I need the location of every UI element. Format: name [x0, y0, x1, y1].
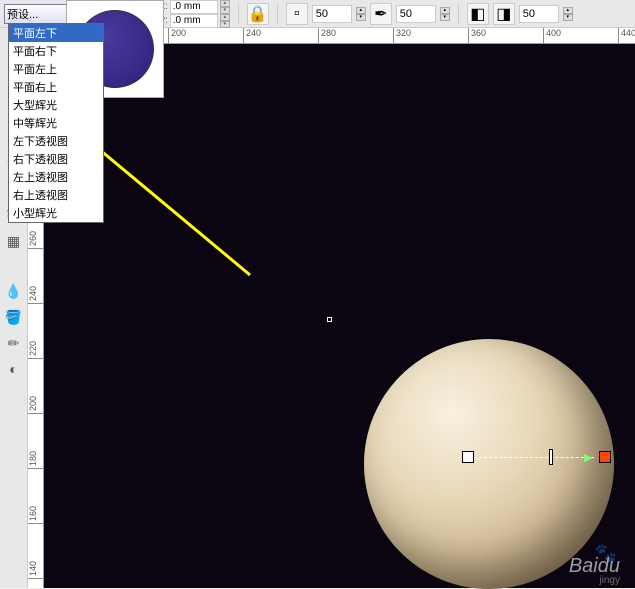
ruler-tick: 400 — [543, 28, 561, 43]
table-tool[interactable]: ▦ — [3, 230, 25, 252]
interactive-tool[interactable]: ◐ — [3, 358, 25, 380]
v3-spin-down[interactable]: ▾ — [563, 14, 573, 21]
ruler-tick: 280 — [318, 28, 336, 43]
separator — [238, 4, 239, 24]
dropdown-item[interactable]: 平面左下 — [9, 24, 103, 42]
v2-spin-up[interactable]: ▴ — [440, 7, 450, 14]
v1-spin-down[interactable]: ▾ — [356, 14, 366, 21]
dropdown-item[interactable]: 平面右下 — [9, 42, 103, 60]
transparency-icon[interactable]: ▫ — [286, 3, 308, 25]
dropdown-item[interactable]: 平面左上 — [9, 60, 103, 78]
x-spin-down[interactable]: ▾ — [220, 7, 230, 14]
watermark-sub: jingy — [599, 575, 620, 586]
preset-dropdown-list: 平面左下平面右下平面左上平面右上大型辉光中等辉光左下透视图右下透视图左上透视图右… — [8, 23, 104, 223]
dropdown-item[interactable]: 右上透视图 — [9, 186, 103, 204]
ruler-tick: 360 — [468, 28, 486, 43]
ruler-tick: 140 — [28, 559, 43, 579]
tool-icon-a[interactable]: ◧ — [467, 3, 489, 25]
preset-label: 预设... — [7, 6, 38, 22]
ruler-tick: 200 — [28, 394, 43, 414]
ruler-tick: 200 — [168, 28, 186, 43]
dropdown-item[interactable]: 右下透视图 — [9, 150, 103, 168]
canvas-area[interactable]: ▶ 🐾 Baidu jingy — [44, 44, 635, 588]
gradient-arrow-icon: ▶ — [584, 451, 592, 464]
v1-spin-up[interactable]: ▴ — [356, 7, 366, 14]
dropdown-item[interactable]: 中等辉光 — [9, 114, 103, 132]
y-input[interactable] — [170, 14, 218, 28]
gradient-start-handle[interactable] — [462, 451, 474, 463]
ruler-tick: 220 — [28, 339, 43, 359]
ruler-tick: 440 — [618, 28, 635, 43]
lock-icon[interactable]: 🔒 — [247, 3, 269, 25]
value3[interactable]: 50 — [519, 5, 559, 23]
dropdown-item[interactable]: 左下透视图 — [9, 132, 103, 150]
ruler-tick: 240 — [243, 28, 261, 43]
feather-icon[interactable]: ✒ — [370, 3, 392, 25]
tool-icon-b[interactable]: ◨ — [493, 3, 515, 25]
dropdown-item[interactable]: 左上透视图 — [9, 168, 103, 186]
ruler-tick: 240 — [28, 284, 43, 304]
dropdown-item[interactable]: 小型辉光 — [9, 204, 103, 222]
v2-spin-down[interactable]: ▾ — [440, 14, 450, 21]
separator — [277, 4, 278, 24]
ruler-tick: 260 — [28, 229, 43, 249]
transparency-value[interactable]: 50 — [312, 5, 352, 23]
eyedropper-tool[interactable]: 💧 — [3, 280, 25, 302]
dropdown-item[interactable]: 大型辉光 — [9, 96, 103, 114]
ruler-tick: 320 — [393, 28, 411, 43]
gradient-line — [474, 457, 594, 458]
ruler-tick: 180 — [28, 449, 43, 469]
coord-group: x: ▴▾ y: ▴▾ — [160, 0, 230, 28]
gradient-end-handle[interactable] — [599, 451, 611, 463]
dropdown-item[interactable]: 平面右上 — [9, 78, 103, 96]
x-input[interactable] — [170, 0, 218, 14]
gradient-mid-handle[interactable] — [549, 449, 553, 465]
y-spin-up[interactable]: ▴ — [220, 14, 230, 21]
ruler-tick: 160 — [28, 504, 43, 524]
y-spin-down[interactable]: ▾ — [220, 21, 230, 28]
center-handle[interactable] — [327, 317, 332, 322]
outline-tool[interactable]: ✏ — [3, 332, 25, 354]
fill-tool[interactable]: 🪣 — [3, 306, 25, 328]
v3-spin-up[interactable]: ▴ — [563, 7, 573, 14]
feather-value[interactable]: 50 — [396, 5, 436, 23]
separator — [458, 4, 459, 24]
sphere-object[interactable] — [364, 339, 614, 589]
